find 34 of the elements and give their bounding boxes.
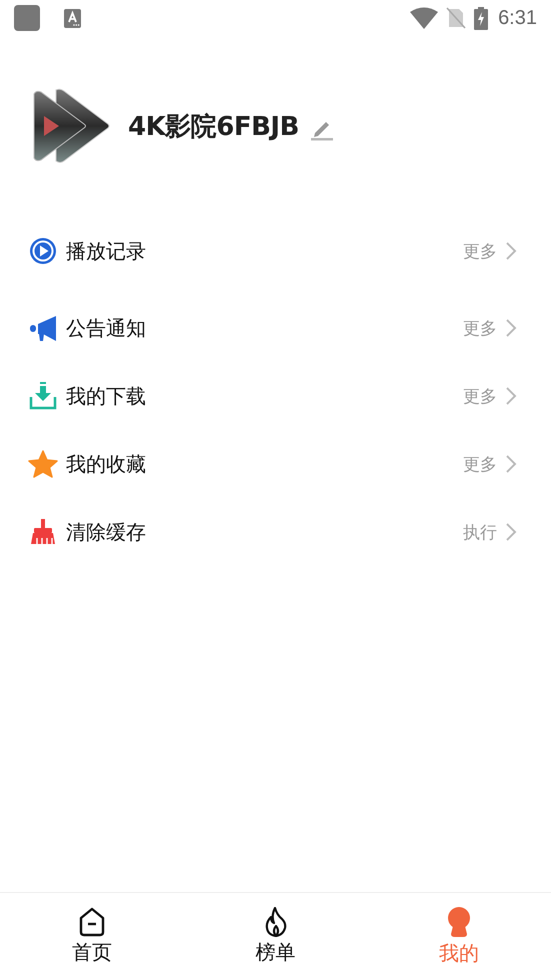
clock: 6:31	[498, 6, 537, 30]
chevron-icon	[505, 454, 517, 474]
nav-tab[interactable]: 首页	[0, 893, 184, 979]
chevron-icon	[505, 241, 517, 261]
keyboard-icon	[64, 8, 81, 28]
menu-label: 清除缓存	[66, 518, 146, 546]
profile-name: 4K影院6FBJB	[128, 110, 299, 144]
app-icon	[14, 5, 40, 31]
star-icon	[28, 450, 58, 478]
menu-item[interactable]: 清除缓存 执行	[0, 498, 551, 566]
action-label: 更多	[463, 240, 497, 262]
chevron-icon	[505, 386, 517, 406]
action-label: 更多	[463, 454, 497, 476]
action-label: 执行	[463, 522, 497, 544]
menu-label: 我的下载	[66, 382, 146, 410]
wifi-icon	[410, 7, 438, 29]
menu-label: 播放记录	[66, 238, 146, 264]
action-label: 更多	[463, 386, 497, 408]
action-label: 更多	[463, 318, 497, 340]
megaphone-icon	[28, 314, 58, 342]
chevron-icon	[505, 318, 517, 338]
menu-item[interactable]: 我的收藏 更多	[0, 430, 551, 498]
menu-label: 公告通知	[66, 314, 146, 342]
nav-tab[interactable]: 榜单	[184, 893, 368, 979]
no-sim-icon	[446, 7, 466, 29]
menu-item[interactable]: 播放记录 更多	[0, 217, 551, 285]
battery-icon	[474, 6, 488, 30]
broom-icon	[28, 518, 58, 546]
menu-label: 我的收藏	[66, 450, 146, 478]
menu-item[interactable]: 公告通知 更多	[0, 294, 551, 362]
download-icon	[28, 382, 58, 410]
play-icon	[28, 237, 58, 265]
menu-item[interactable]: 我的下载 更多	[0, 362, 551, 430]
chevron-icon	[505, 522, 517, 542]
